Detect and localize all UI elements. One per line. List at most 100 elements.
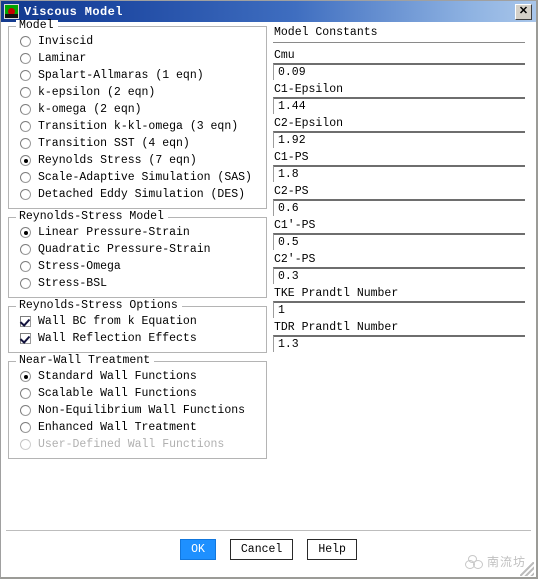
field-input-tdr-prandtl-number[interactable]: [273, 335, 525, 352]
model-option-transition-sst[interactable]: Transition SST (4 eqn): [15, 135, 260, 152]
model-option-spalart-allmaras[interactable]: Spalart-Allmaras (1 eqn): [15, 67, 260, 84]
checkbox-wall-reflection-effects[interactable]: Wall Reflection Effects: [15, 330, 260, 347]
model-group-title: Model: [16, 20, 58, 32]
radio-icon[interactable]: [20, 278, 31, 289]
option-label: Spalart-Allmaras (1 eqn): [38, 69, 204, 82]
model-option-inviscid[interactable]: Inviscid: [15, 33, 260, 50]
field-input-c2-ps[interactable]: [273, 199, 525, 216]
checkbox-icon[interactable]: [20, 316, 31, 327]
radio-icon[interactable]: [20, 138, 31, 149]
rsm-option-quadratic-pressure-strain[interactable]: Quadratic Pressure-Strain: [15, 241, 260, 258]
radio-icon[interactable]: [20, 70, 31, 81]
option-label: Wall BC from k Equation: [38, 315, 197, 328]
fluent-app-icon: [4, 4, 19, 19]
field-label-c2-epsilon: C2-Epsilon: [274, 117, 344, 130]
left-column: Model Inviscid Laminar Spalart-Allmaras …: [8, 20, 267, 467]
radio-icon[interactable]: [20, 388, 31, 399]
option-label: Non-Equilibrium Wall Functions: [38, 404, 246, 417]
near-wall-treatment-group: Near-Wall Treatment Standard Wall Functi…: [8, 355, 267, 459]
field-input-c1-epsilon[interactable]: [273, 97, 525, 114]
radio-icon[interactable]: [20, 422, 31, 433]
checkbox-wall-bc-from-k-equation[interactable]: Wall BC from k Equation: [15, 313, 260, 330]
option-label: Standard Wall Functions: [38, 370, 197, 383]
field-input-cmu[interactable]: [273, 63, 525, 80]
option-label: Scalable Wall Functions: [38, 387, 197, 400]
radio-icon[interactable]: [20, 261, 31, 272]
option-label: Quadratic Pressure-Strain: [38, 243, 211, 256]
rsm-option-stress-omega[interactable]: Stress-Omega: [15, 258, 260, 275]
option-label: Wall Reflection Effects: [38, 332, 197, 345]
model-option-detached-eddy-simulation[interactable]: Detached Eddy Simulation (DES): [15, 186, 260, 203]
field-input-c2-epsilon[interactable]: [273, 131, 525, 148]
rs-options-list: Wall BC from k Equation Wall Reflection …: [15, 313, 260, 347]
rs-options-group-title: Reynolds-Stress Options: [16, 300, 182, 312]
rsm-group-title: Reynolds-Stress Model: [16, 211, 168, 223]
radio-icon[interactable]: [20, 227, 31, 238]
footer: OK Cancel Help 南流坊: [1, 530, 536, 578]
model-group: Model Inviscid Laminar Spalart-Allmaras …: [8, 20, 267, 209]
checkbox-icon[interactable]: [20, 333, 31, 344]
radio-icon[interactable]: [20, 155, 31, 166]
option-label: Inviscid: [38, 35, 94, 48]
near-wall-option-enhanced-wall-treatment[interactable]: Enhanced Wall Treatment: [15, 419, 260, 436]
model-option-reynolds-stress[interactable]: Reynolds Stress (7 eqn): [15, 152, 260, 169]
title-bar: Viscous Model ✕: [1, 1, 536, 22]
radio-icon[interactable]: [20, 36, 31, 47]
field-label-c1-epsilon: C1-Epsilon: [274, 83, 344, 96]
option-label: k-omega (2 eqn): [38, 103, 142, 116]
near-wall-option-list: Standard Wall Functions Scalable Wall Fu…: [15, 368, 260, 453]
option-label: Detached Eddy Simulation (DES): [38, 188, 246, 201]
radio-icon[interactable]: [20, 172, 31, 183]
viscous-model-dialog: Viscous Model ✕ Model Inviscid Laminar S…: [0, 0, 538, 579]
near-wall-option-non-equilibrium-wall-functions[interactable]: Non-Equilibrium Wall Functions: [15, 402, 260, 419]
dialog-body: Model Inviscid Laminar Spalart-Allmaras …: [1, 20, 536, 530]
near-wall-option-scalable-wall-functions[interactable]: Scalable Wall Functions: [15, 385, 260, 402]
radio-icon[interactable]: [20, 104, 31, 115]
cancel-button[interactable]: Cancel: [229, 539, 294, 560]
field-input-tke-prandtl-number[interactable]: [273, 301, 525, 318]
field-input-c1-prime-ps[interactable]: [273, 233, 525, 250]
field-label-tdr-prandtl-number: TDR Prandtl Number: [274, 321, 399, 334]
model-option-scale-adaptive-simulation[interactable]: Scale-Adaptive Simulation (SAS): [15, 169, 260, 186]
radio-icon[interactable]: [20, 244, 31, 255]
radio-icon[interactable]: [20, 371, 31, 382]
radio-icon[interactable]: [20, 121, 31, 132]
rsm-option-stress-bsl[interactable]: Stress-BSL: [15, 275, 260, 292]
option-label: Reynolds Stress (7 eqn): [38, 154, 197, 167]
model-option-transition-k-kl-omega[interactable]: Transition k-kl-omega (3 eqn): [15, 118, 260, 135]
option-label: Enhanced Wall Treatment: [38, 421, 197, 434]
option-label: Laminar: [38, 52, 87, 65]
window-title: Viscous Model: [24, 4, 123, 19]
radio-icon[interactable]: [20, 405, 31, 416]
rsm-option-linear-pressure-strain[interactable]: Linear Pressure-Strain: [15, 224, 260, 241]
model-option-laminar[interactable]: Laminar: [15, 50, 260, 67]
field-label-tke-prandtl-number: TKE Prandtl Number: [274, 287, 399, 300]
close-icon[interactable]: ✕: [515, 3, 532, 20]
button-row: OK Cancel Help: [1, 539, 536, 560]
radio-icon: [20, 439, 31, 450]
reynolds-stress-model-group: Reynolds-Stress Model Linear Pressure-St…: [8, 211, 267, 298]
model-option-k-omega[interactable]: k-omega (2 eqn): [15, 101, 260, 118]
ok-button[interactable]: OK: [180, 539, 216, 560]
near-wall-group-title: Near-Wall Treatment: [16, 355, 155, 367]
option-label: Linear Pressure-Strain: [38, 226, 190, 239]
field-label-c2-ps: C2-PS: [274, 185, 309, 198]
field-input-c2-prime-ps[interactable]: [273, 267, 525, 284]
model-constants-title: Model Constants: [274, 26, 378, 39]
model-option-k-epsilon[interactable]: k-epsilon (2 eqn): [15, 84, 260, 101]
model-constants-panel: Model Constants Cmu C1-Epsilon C2-Epsilo…: [273, 26, 525, 355]
radio-icon[interactable]: [20, 53, 31, 64]
field-input-c1-ps[interactable]: [273, 165, 525, 182]
field-label-c1-prime-ps: C1'-PS: [274, 219, 316, 232]
option-label: Transition SST (4 eqn): [38, 137, 190, 150]
radio-icon[interactable]: [20, 189, 31, 200]
near-wall-option-standard-wall-functions[interactable]: Standard Wall Functions: [15, 368, 260, 385]
resize-grip[interactable]: [520, 562, 534, 576]
radio-icon[interactable]: [20, 87, 31, 98]
help-button[interactable]: Help: [307, 539, 357, 560]
option-label: Stress-BSL: [38, 277, 108, 290]
field-label-c1-ps: C1-PS: [274, 151, 309, 164]
option-label: Scale-Adaptive Simulation (SAS): [38, 171, 252, 184]
option-label: User-Defined Wall Functions: [38, 438, 225, 451]
model-constants-divider: [273, 42, 525, 43]
